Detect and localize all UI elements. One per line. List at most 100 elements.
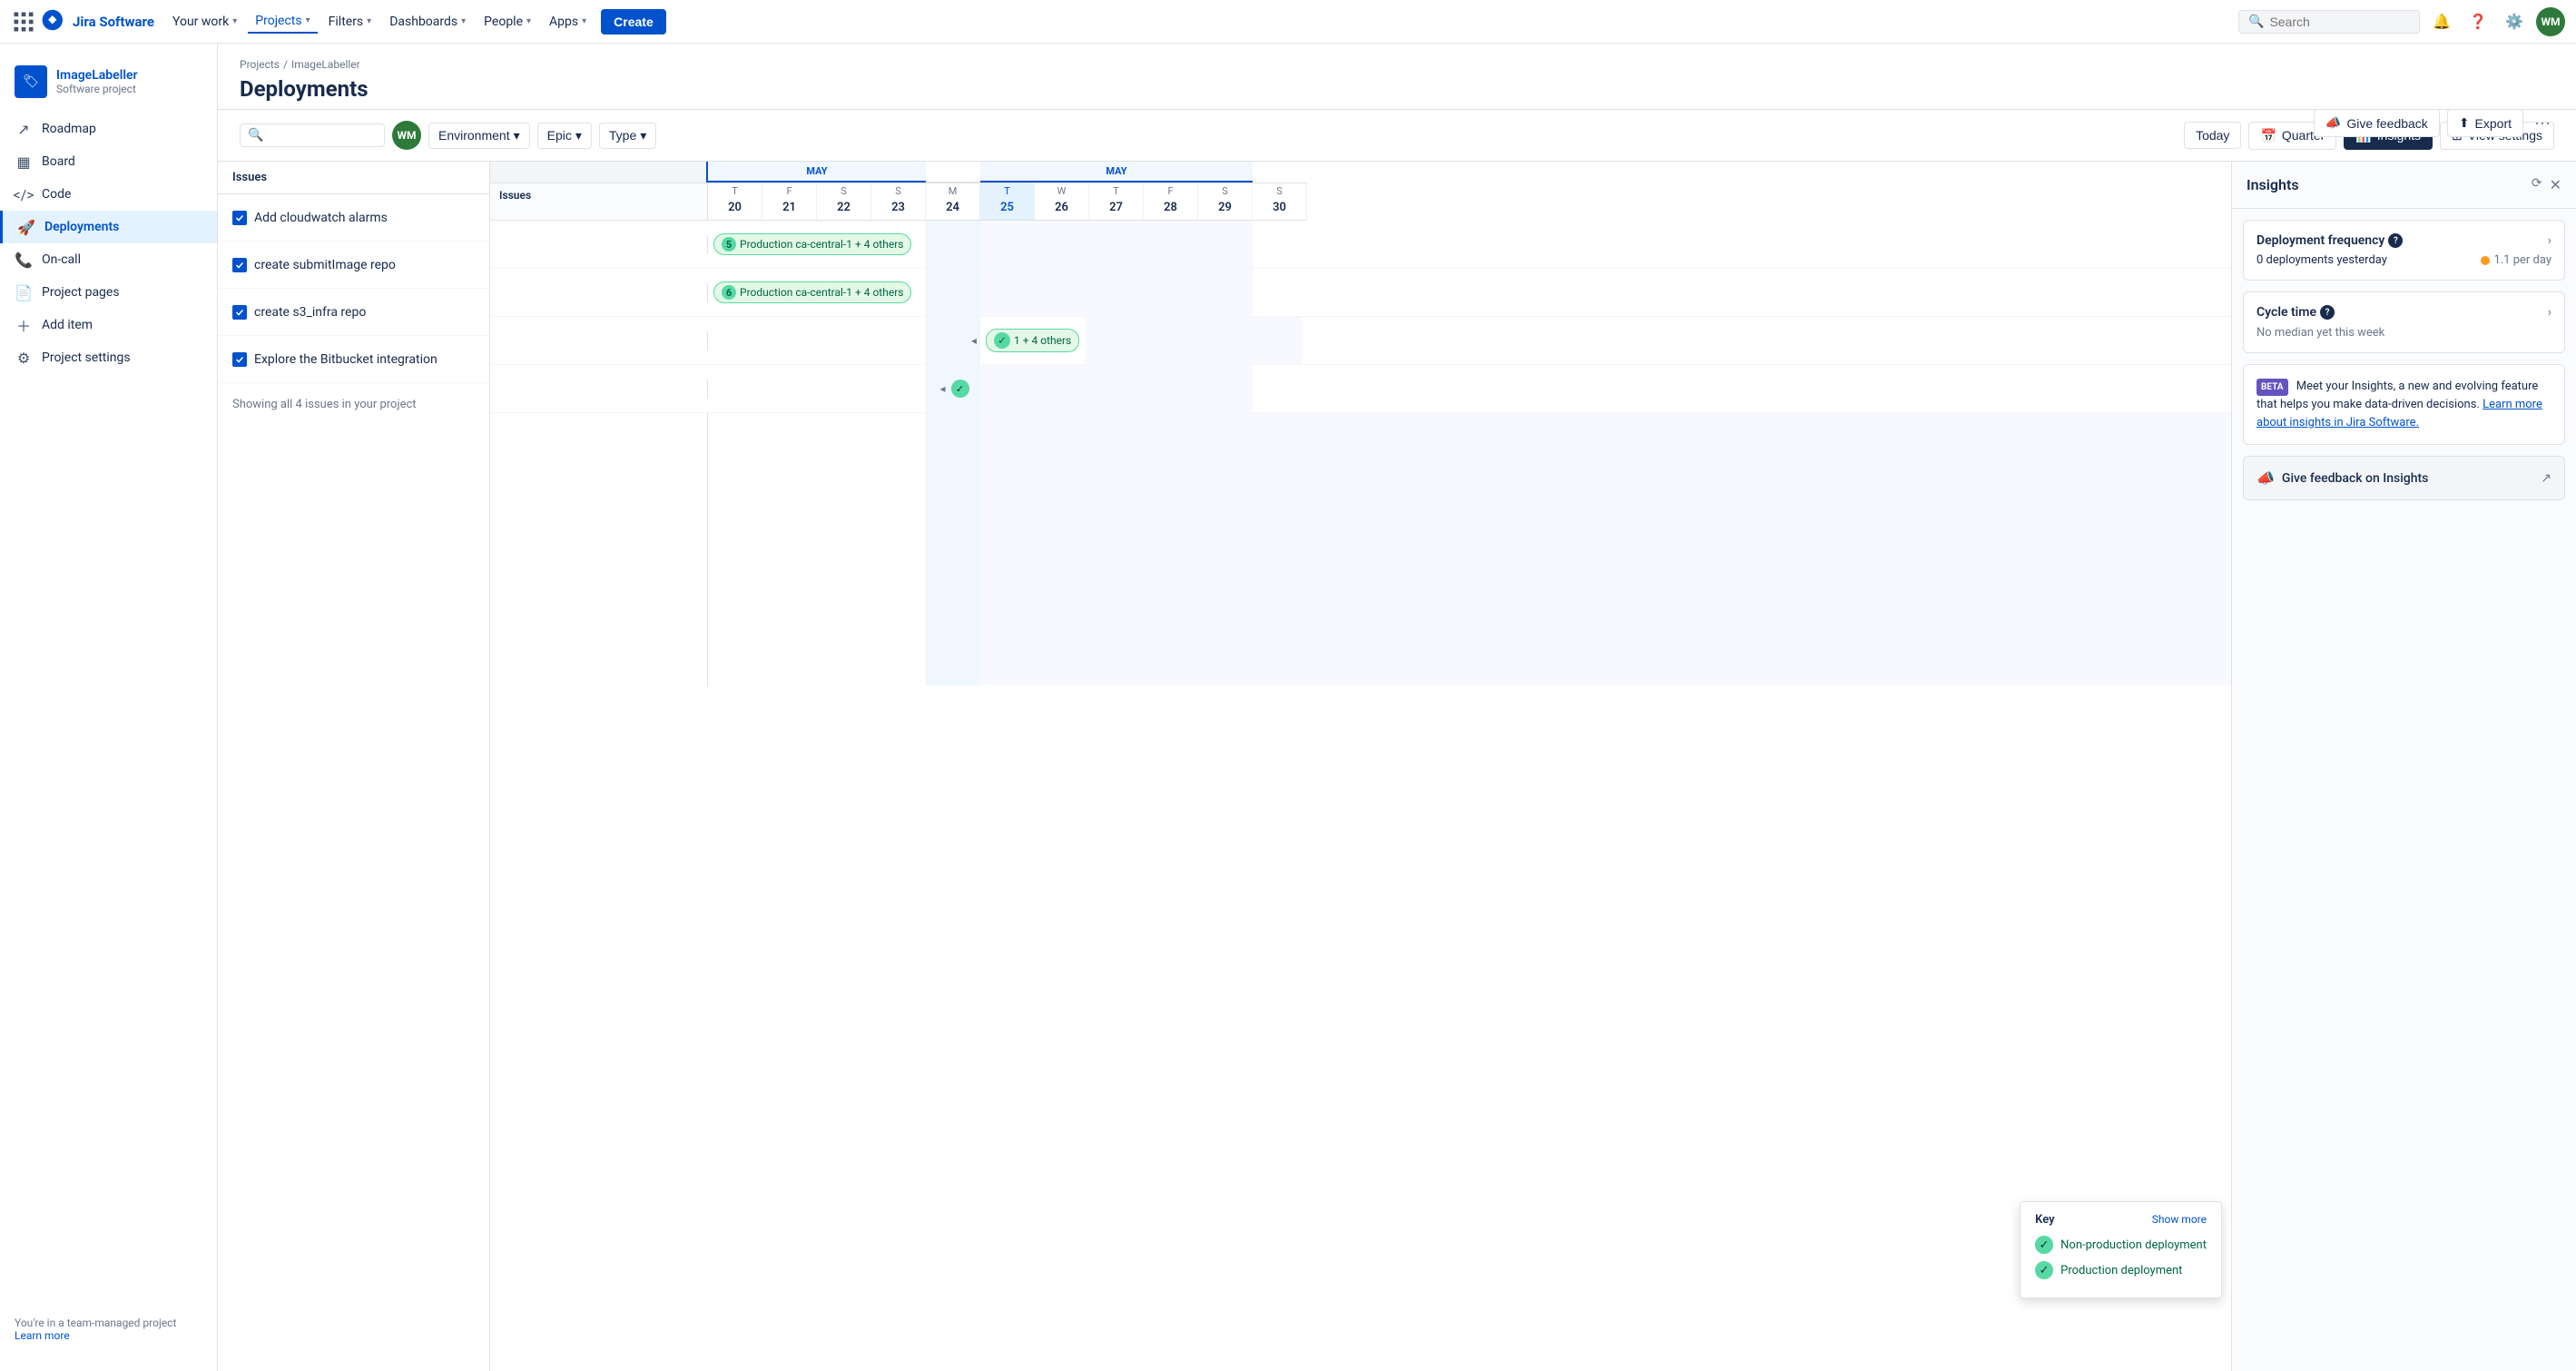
sidebar-item-project-settings[interactable]: ⚙ Project settings bbox=[0, 341, 217, 374]
badge-dot bbox=[2481, 256, 2490, 265]
sidebar-item-add-item[interactable]: ＋ Add item bbox=[0, 309, 217, 341]
notifications-icon[interactable]: 🔔 bbox=[2427, 7, 2456, 36]
type-filter[interactable]: Type ▾ bbox=[599, 123, 656, 149]
day-col-20: T20 bbox=[708, 183, 762, 220]
nav-your-work[interactable]: Your work ▾ bbox=[165, 11, 244, 33]
chip-text: 1 + 4 others bbox=[1014, 334, 1071, 347]
legend-popup: Key Show more ✓ Non-production deploymen… bbox=[2020, 1201, 2222, 1298]
sidebar-item-code[interactable]: </> Code bbox=[0, 178, 217, 211]
export-button[interactable]: ⬆ Export bbox=[2447, 109, 2523, 137]
insights-header: Insights ⟳ ✕ bbox=[2232, 162, 2576, 209]
deploy-chip-row1[interactable]: 5 Production ca-central-1 + 4 others bbox=[708, 228, 926, 261]
learn-more-link[interactable]: Learn more bbox=[15, 1329, 70, 1342]
issue-name: create submitImage repo bbox=[254, 258, 396, 272]
day-col-30: S30 bbox=[1253, 183, 1307, 220]
nav-apps[interactable]: Apps ▾ bbox=[542, 11, 594, 33]
deploy-chip-row2[interactable]: 6 Production ca-central-1 + 4 others bbox=[708, 276, 926, 309]
help-icon[interactable]: ? bbox=[2320, 305, 2335, 320]
project-name[interactable]: ImageLabeller bbox=[56, 68, 138, 83]
issue-row[interactable]: Explore the Bitbucket integration bbox=[218, 336, 489, 383]
chevron-icon: ▾ bbox=[582, 16, 586, 26]
show-more-link[interactable]: Show more bbox=[2152, 1213, 2207, 1227]
epic-filter[interactable]: Epic ▾ bbox=[537, 123, 592, 149]
sidebar: 🏷 ImageLabeller Software project ↗ Roadm… bbox=[0, 44, 218, 1371]
sidebar-item-project-pages[interactable]: 📄 Project pages bbox=[0, 276, 217, 309]
oncall-icon: 📞 bbox=[15, 251, 33, 269]
issues-footer: Showing all 4 issues in your project bbox=[218, 383, 489, 426]
settings-icon[interactable]: ⚙️ bbox=[2500, 7, 2529, 36]
chip-text: Production ca-central-1 + 4 others bbox=[740, 238, 903, 251]
calendar-panel: MAY MAY Issues bbox=[490, 162, 2231, 1371]
sidebar-item-board[interactable]: ▦ Board bbox=[0, 145, 217, 178]
sidebar-item-deployments[interactable]: 🚀 Deployments bbox=[0, 211, 217, 243]
create-button[interactable]: Create bbox=[601, 9, 666, 35]
grid-menu-icon[interactable] bbox=[11, 9, 36, 35]
search-icon: 🔍 bbox=[248, 128, 263, 143]
deployment-frequency-card: Deployment frequency ? › 0 deployments y… bbox=[2243, 220, 2565, 281]
issue-row[interactable]: Add cloudwatch alarms bbox=[218, 194, 489, 242]
issue-name: create s3_infra repo bbox=[254, 305, 366, 320]
toolbar-search-input[interactable] bbox=[267, 128, 377, 143]
jira-logo[interactable]: Jira Software bbox=[40, 9, 154, 35]
day-col-26: W26 bbox=[1035, 183, 1089, 220]
close-icon[interactable]: ✕ bbox=[2550, 176, 2561, 193]
export-icon: ⬆ bbox=[2459, 115, 2470, 131]
prod-icon: ✓ bbox=[2035, 1261, 2053, 1279]
deployments-area: Issues Add cloudwatch alarms create subm… bbox=[218, 162, 2576, 1371]
calendar-row: 6 Production ca-central-1 + 4 others bbox=[490, 269, 2231, 317]
help-icon[interactable]: ? bbox=[2388, 233, 2403, 248]
calendar-row: ◂ ✓ 1 + 4 others bbox=[490, 317, 2231, 365]
app-layout: 🏷 ImageLabeller Software project ↗ Roadm… bbox=[0, 44, 2576, 1371]
chevron-right-icon[interactable]: › bbox=[2548, 233, 2551, 248]
nav-projects[interactable]: Projects ▾ bbox=[248, 10, 317, 34]
day-col-29: S29 bbox=[1198, 183, 1253, 220]
more-options-button[interactable]: ··· bbox=[2531, 110, 2554, 136]
issue-checkbox bbox=[232, 305, 247, 320]
environment-filter[interactable]: Environment ▾ bbox=[428, 123, 530, 149]
sidebar-item-oncall[interactable]: 📞 On-call bbox=[0, 243, 217, 276]
nav-dashboards[interactable]: Dashboards ▾ bbox=[382, 11, 473, 33]
toolbar-search[interactable]: 🔍 bbox=[240, 123, 385, 147]
day-col-28: F28 bbox=[1144, 183, 1198, 220]
page-actions: 📣 Give feedback ⬆ Export ··· bbox=[2314, 109, 2554, 137]
legend-item-prod: ✓ Production deployment bbox=[2035, 1261, 2207, 1279]
pages-icon: 📄 bbox=[15, 283, 33, 301]
month-label-may1: MAY bbox=[708, 162, 926, 182]
help-icon[interactable]: ❓ bbox=[2463, 7, 2492, 36]
user-avatar[interactable]: WM bbox=[2536, 7, 2565, 36]
search-box[interactable]: 🔍 bbox=[2238, 10, 2420, 34]
breadcrumb-project-name[interactable]: ImageLabeller bbox=[291, 58, 360, 71]
deployment-freq-value: 0 deployments yesterday bbox=[2256, 253, 2387, 267]
nav-arrow-left[interactable]: ◂ bbox=[969, 332, 978, 349]
chevron-down-icon: ▾ bbox=[640, 128, 646, 143]
page-header: Projects / ImageLabeller Deployments bbox=[218, 44, 2576, 110]
nav-people[interactable]: People ▾ bbox=[477, 11, 538, 33]
roadmap-icon: ↗ bbox=[15, 120, 33, 138]
board-icon: ▦ bbox=[15, 153, 33, 171]
code-icon: </> bbox=[15, 185, 33, 203]
breadcrumb-projects[interactable]: Projects bbox=[240, 58, 280, 71]
issue-row[interactable]: create submitImage repo bbox=[218, 242, 489, 289]
issue-row[interactable]: create s3_infra repo bbox=[218, 289, 489, 336]
give-feedback-button[interactable]: 📣 Give feedback bbox=[2314, 109, 2440, 137]
chevron-right-icon[interactable]: › bbox=[2548, 305, 2551, 320]
nav-arrow-left[interactable]: ◂ bbox=[938, 380, 947, 397]
megaphone-icon: 📣 bbox=[2325, 115, 2341, 131]
sidebar-item-roadmap[interactable]: ↗ Roadmap bbox=[0, 113, 217, 145]
toolbar-avatar[interactable]: WM bbox=[392, 121, 421, 150]
insights-panel: Insights ⟳ ✕ Deployment frequency ? › bbox=[2231, 162, 2576, 1371]
nav-filters[interactable]: Filters ▾ bbox=[321, 11, 379, 33]
deployments-icon: 🚀 bbox=[17, 218, 35, 236]
breadcrumb: Projects / ImageLabeller bbox=[240, 58, 2554, 71]
give-feedback-insights-card[interactable]: 📣 Give feedback on Insights ↗ bbox=[2243, 456, 2565, 500]
search-input[interactable] bbox=[2269, 15, 2410, 29]
feedback-label: Give feedback on Insights bbox=[2282, 471, 2428, 486]
refresh-icon[interactable]: ⟳ bbox=[2532, 176, 2542, 193]
sidebar-item-label: Deployments bbox=[44, 220, 119, 234]
chevron-icon: ▾ bbox=[306, 15, 310, 25]
issue-checkbox bbox=[232, 211, 247, 225]
chevron-down-icon: ▾ bbox=[514, 128, 520, 143]
day-col-21: F21 bbox=[762, 183, 817, 220]
today-button[interactable]: Today bbox=[2184, 122, 2241, 149]
deploy-chip-row3[interactable]: ✓ 1 + 4 others bbox=[980, 323, 1085, 358]
